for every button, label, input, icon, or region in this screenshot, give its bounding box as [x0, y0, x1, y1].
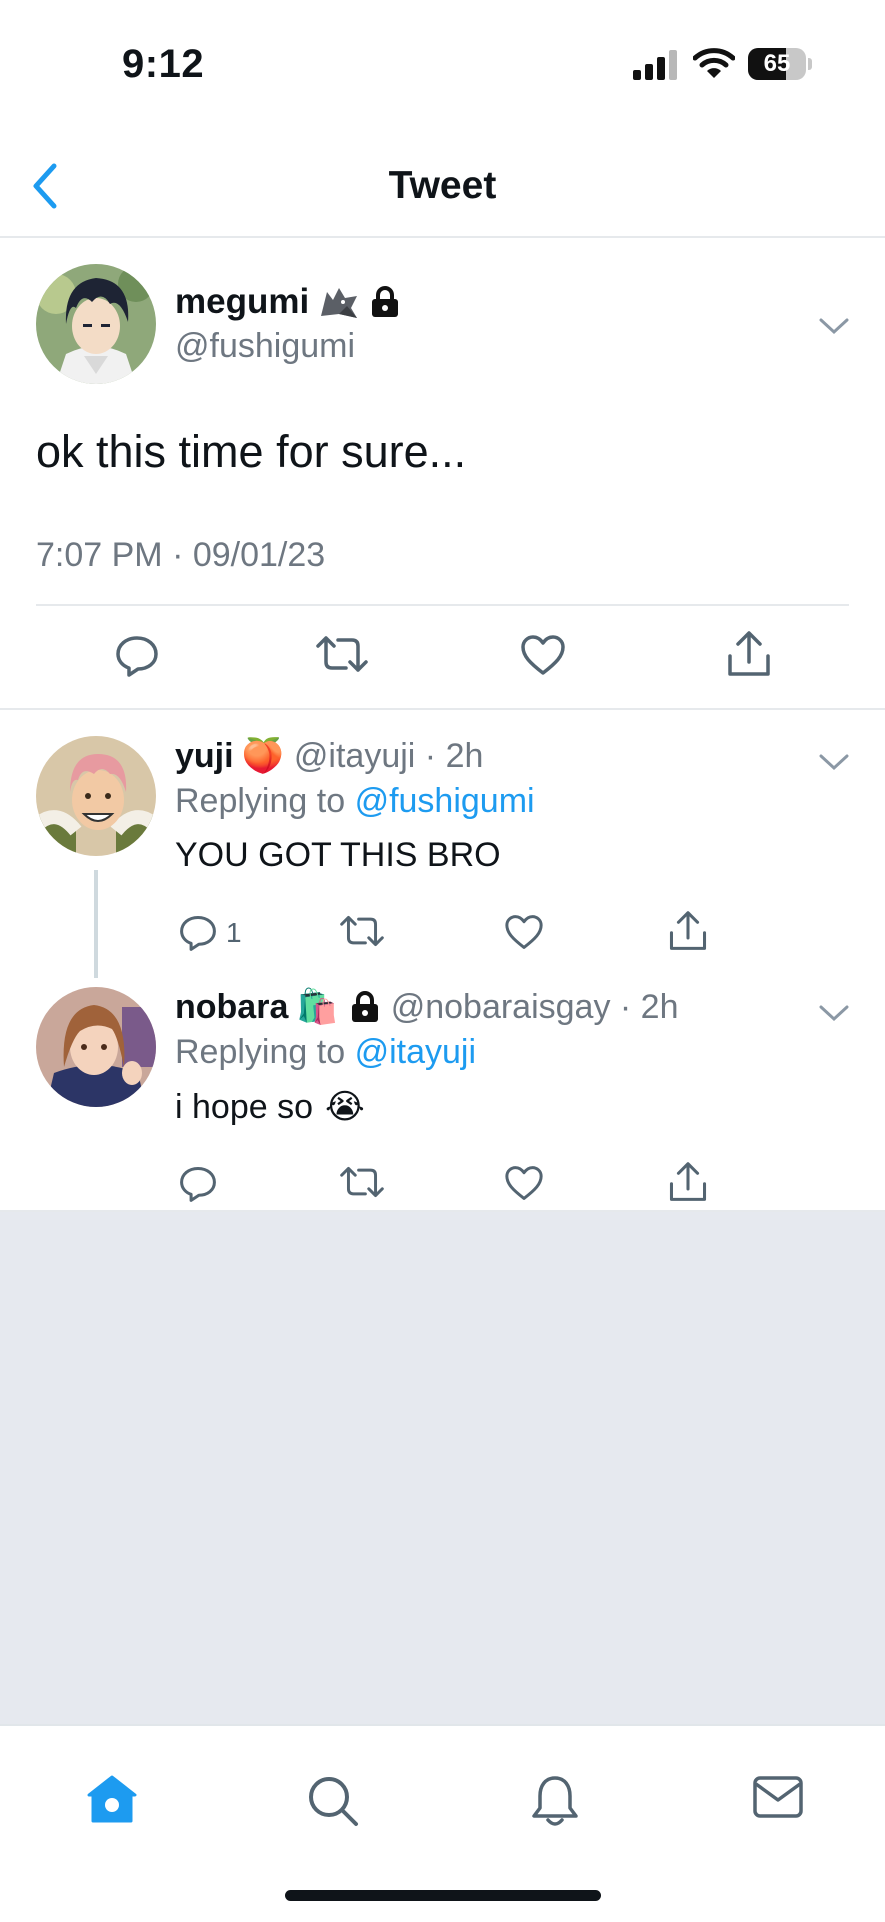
retweet-icon [316, 636, 368, 672]
tab-home[interactable] [86, 1774, 138, 1829]
reply-icon [116, 636, 158, 677]
author-handle: @fushigumi [175, 327, 356, 365]
chevron-down-icon[interactable] [818, 752, 850, 772]
loudly-crying-emoji: 😭 [325, 1088, 365, 1126]
replying-to-link[interactable]: @fushigumi [355, 782, 535, 820]
avatar-nobara[interactable] [36, 987, 156, 1107]
mail-icon [753, 1776, 803, 1818]
share-icon [669, 911, 707, 950]
home-icon [87, 1775, 137, 1823]
reply-button[interactable] [178, 1165, 218, 1203]
replying-to: Replying to @fushigumi [175, 782, 535, 820]
heart-icon [521, 635, 565, 675]
author-name[interactable]: megumi [175, 282, 401, 322]
wolf-emoji-icon [321, 288, 358, 318]
chevron-down-icon[interactable] [818, 316, 850, 336]
tweet-text: ok this time for sure... [36, 426, 467, 477]
reply-button[interactable] [114, 634, 160, 678]
lock-icon [372, 286, 399, 317]
tab-messages[interactable] [752, 1774, 804, 1825]
reply-icon [180, 1166, 216, 1202]
peach-emoji: 🍑 [241, 737, 284, 775]
tweet-timestamp: 7:07 PM · 09/01/23 [36, 536, 326, 574]
share-icon [728, 631, 770, 676]
chevron-down-icon[interactable] [818, 1003, 850, 1023]
lock-icon [349, 990, 381, 1024]
reply-author-name[interactable]: yuji [175, 737, 234, 776]
reply-header: nobara 🛍️ @nobaraisgay · 2h [175, 987, 679, 1027]
reply-tweet: yuji 🍑 @itayuji · 2h Replying to @fushig… [0, 736, 885, 976]
share-button[interactable] [668, 1161, 708, 1203]
main-tweet: megumi @fushigumi ok this time for sure.… [0, 238, 885, 710]
reply-icon [180, 915, 216, 951]
like-button[interactable] [520, 634, 566, 676]
retweet-button[interactable] [340, 914, 384, 948]
replying-to: Replying to @itayuji [175, 1033, 477, 1071]
reply-author-handle: @nobaraisgay · 2h [390, 987, 679, 1026]
cellular-signal-icon [633, 50, 677, 80]
status-bar: 9:12 65 [0, 0, 885, 120]
reply-author-handle: @itayuji · 2h [293, 736, 484, 775]
reply-tweet: nobara 🛍️ @nobaraisgay · 2h Replying to … [0, 987, 885, 1209]
tab-notifications[interactable] [530, 1774, 580, 1835]
status-time: 9:12 [122, 42, 205, 86]
reply-count: 1 [226, 917, 242, 948]
heart-icon [505, 915, 543, 949]
battery-level: 65 [763, 50, 791, 77]
page-title: Tweet [388, 164, 497, 207]
home-indicator[interactable] [285, 1890, 601, 1901]
retweet-icon [340, 915, 384, 947]
like-button[interactable] [504, 1165, 544, 1201]
share-button[interactable] [726, 630, 772, 678]
retweet-icon [340, 1166, 384, 1198]
search-icon [309, 1777, 358, 1826]
wifi-icon [693, 48, 735, 78]
shopping-bags-emoji: 🛍️ [296, 988, 339, 1026]
tab-search[interactable] [306, 1774, 360, 1833]
empty-area [0, 1212, 885, 1724]
reply-button[interactable]: 1 [178, 914, 242, 952]
reply-text: YOU GOT THIS BRO [175, 836, 501, 874]
heart-icon [505, 1166, 543, 1200]
battery-icon: 65 [748, 48, 806, 80]
retweet-button[interactable] [340, 1165, 384, 1199]
navigation-bar: Tweet [0, 120, 885, 238]
avatar-yuji[interactable] [36, 736, 156, 856]
reply-text: i hope so 😭 [175, 1087, 365, 1127]
retweet-button[interactable] [316, 634, 368, 674]
share-button[interactable] [668, 910, 708, 952]
reply-header: yuji 🍑 @itayuji · 2h [175, 736, 483, 776]
reply-author-name[interactable]: nobara [175, 988, 288, 1027]
bell-icon [532, 1776, 578, 1826]
divider [36, 604, 849, 606]
like-button[interactable] [504, 914, 544, 950]
replying-to-link[interactable]: @itayuji [355, 1033, 476, 1071]
avatar-megumi[interactable] [36, 264, 156, 384]
share-icon [669, 1162, 707, 1201]
author-name-text: megumi [175, 282, 310, 321]
